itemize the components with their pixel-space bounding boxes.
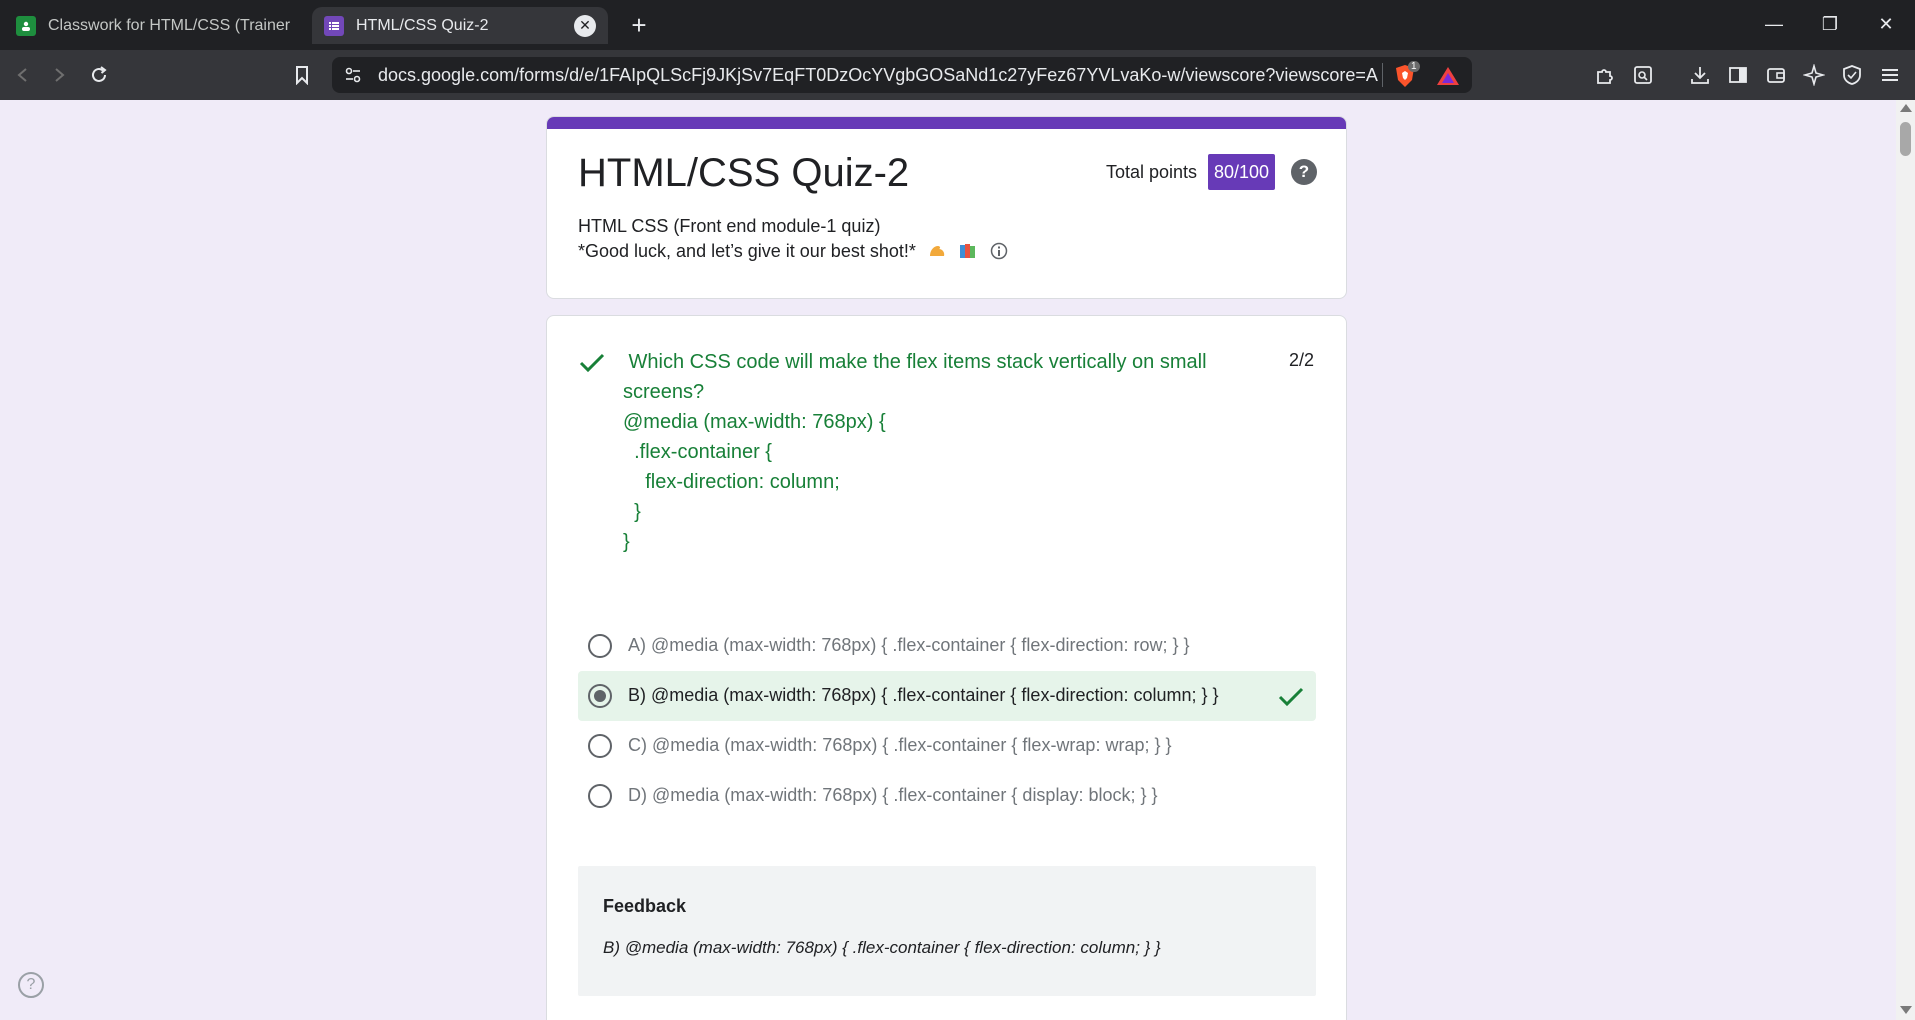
tab-strip: Classwork for HTML/CSS (Trainer - Sh HTM… xyxy=(0,0,1915,50)
url-text[interactable]: docs.google.com/forms/d/e/1FAIpQLScFj9JK… xyxy=(378,65,1378,86)
reload-icon[interactable] xyxy=(84,60,114,90)
restore-button[interactable]: ❐ xyxy=(1810,8,1850,40)
tab-quiz[interactable]: HTML/CSS Quiz-2 ✕ xyxy=(312,7,608,44)
forms-icon xyxy=(324,15,344,36)
scroll-down-arrow[interactable] xyxy=(1900,1006,1912,1014)
menu-icon[interactable] xyxy=(1875,60,1905,90)
wallet-icon[interactable] xyxy=(1761,60,1791,90)
forward-icon[interactable] xyxy=(44,60,74,90)
close-window-button[interactable]: ✕ xyxy=(1866,8,1906,40)
tab-title: HTML/CSS Quiz-2 xyxy=(356,16,489,34)
feedback-text: B) @media (max-width: 768px) { .flex-con… xyxy=(603,938,1161,957)
feedback-box: Feedback B) @media (max-width: 768px) { … xyxy=(578,866,1316,996)
leo-ai-icon[interactable] xyxy=(1799,60,1829,90)
books-icon xyxy=(959,244,975,258)
form-description-line1: HTML CSS (Front end module-1 quiz) xyxy=(578,216,881,236)
total-points-label: Total points xyxy=(1106,162,1198,182)
tab-classwork[interactable]: Classwork for HTML/CSS (Trainer - Sh xyxy=(4,7,304,44)
new-tab-button[interactable]: + xyxy=(624,10,654,40)
download-icon[interactable] xyxy=(1685,60,1715,90)
vpn-icon[interactable] xyxy=(1837,60,1867,90)
correct-answer-check-icon xyxy=(1278,687,1304,707)
option-d[interactable]: D) @media (max-width: 768px) { .flex-con… xyxy=(578,771,1316,821)
sidebar-icon[interactable] xyxy=(1723,60,1753,90)
scroll-thumb[interactable] xyxy=(1900,122,1911,156)
question-score: 2/2 xyxy=(1289,350,1315,370)
classroom-icon xyxy=(16,15,36,36)
bookmark-icon[interactable] xyxy=(287,60,317,90)
option-label: D) @media (max-width: 768px) { .flex-con… xyxy=(628,785,1158,805)
omnibox-divider xyxy=(1382,63,1383,87)
form-title: HTML/CSS Quiz-2 xyxy=(578,151,910,195)
radio-button[interactable] xyxy=(588,634,612,658)
radio-button[interactable] xyxy=(588,734,612,758)
scroll-up-arrow[interactable] xyxy=(1900,104,1912,112)
points-help-icon[interactable]: ? xyxy=(1291,159,1317,185)
radio-button[interactable] xyxy=(588,784,612,808)
browser-toolbar: docs.google.com/forms/d/e/1FAIpQLScFj9JK… xyxy=(0,50,1915,100)
flexed-biceps-icon xyxy=(929,246,945,256)
tab-title: Classwork for HTML/CSS (Trainer - Sh xyxy=(48,16,292,34)
page-scrollbar[interactable] xyxy=(1896,100,1915,1020)
total-points-badge: 80/100 xyxy=(1208,154,1276,190)
question-text: Which CSS code will make the flex items … xyxy=(623,351,1207,553)
address-bar[interactable]: docs.google.com/forms/d/e/1FAIpQLScFj9JK… xyxy=(332,57,1472,93)
header-accent-bar xyxy=(547,117,1346,129)
back-icon[interactable] xyxy=(8,60,38,90)
form-description-line2: *Good luck, and let’s give it our best s… xyxy=(578,241,916,261)
option-a[interactable]: A) @media (max-width: 768px) { .flex-con… xyxy=(578,621,1316,671)
close-tab-icon[interactable]: ✕ xyxy=(574,14,596,37)
option-label: B) @media (max-width: 768px) { .flex-con… xyxy=(628,685,1219,705)
site-settings-icon[interactable] xyxy=(344,66,362,89)
question-card: Which CSS code will make the flex items … xyxy=(546,315,1347,1020)
extensions-icon[interactable] xyxy=(1590,60,1620,90)
correct-check-icon xyxy=(579,353,605,373)
help-icon[interactable]: ? xyxy=(18,972,44,998)
option-b[interactable]: B) @media (max-width: 768px) { .flex-con… xyxy=(578,671,1316,721)
option-c[interactable]: C) @media (max-width: 768px) { .flex-con… xyxy=(578,721,1316,771)
info-icon xyxy=(990,242,1008,260)
radio-button-selected[interactable] xyxy=(588,684,612,708)
reader-mode-icon[interactable] xyxy=(1628,60,1658,90)
shield-count-badge: 1 xyxy=(1408,61,1420,72)
option-label: A) @media (max-width: 768px) { .flex-con… xyxy=(628,635,1190,655)
form-header-card: HTML/CSS Quiz-2 Total points 80/100 ? HT… xyxy=(546,116,1347,299)
brave-rewards-icon[interactable] xyxy=(1436,66,1460,86)
feedback-title: Feedback xyxy=(603,896,687,916)
minimize-button[interactable]: — xyxy=(1754,8,1794,40)
option-label: C) @media (max-width: 768px) { .flex-con… xyxy=(628,735,1172,755)
form-description-line2-wrap: *Good luck, and let’s give it our best s… xyxy=(578,241,1009,262)
